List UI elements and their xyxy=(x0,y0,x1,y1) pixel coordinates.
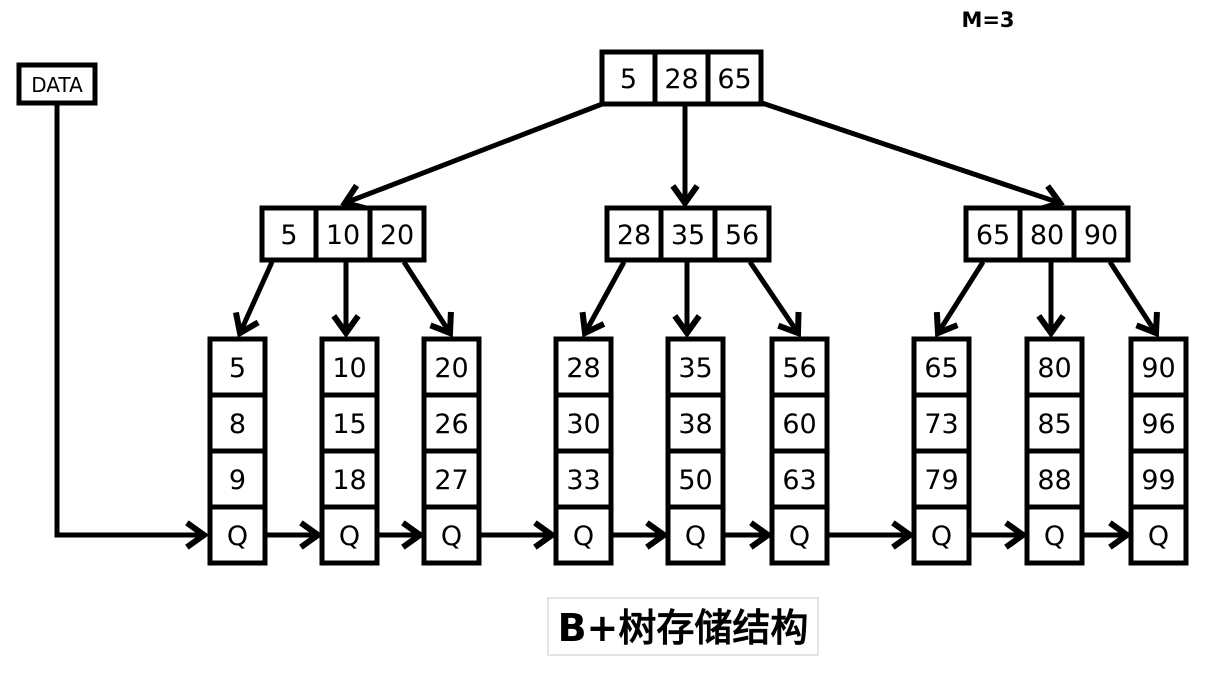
bplus-tree-diagram: 5 28 65 5 10 20 28 35 56 65 80 90 5 8 9 Q 10 15 18 Q 20 26 27 Q… xyxy=(0,0,1210,669)
root-node-key: 28 xyxy=(664,64,698,95)
data-entry-label: DATA xyxy=(31,73,83,97)
internal-node-3-key: 65 xyxy=(976,220,1010,251)
leaf-node-7-key: 65 xyxy=(924,353,958,384)
leaf-node-9-key: 90 xyxy=(1141,353,1175,384)
leaf-node-6-key: 56 xyxy=(782,353,816,384)
root-to-internal-3-arrow xyxy=(755,98,1061,206)
internal-node-2-key: 28 xyxy=(617,220,651,251)
internal-node-2-key: 35 xyxy=(671,220,705,251)
leaf-node-2-key: 10 xyxy=(332,353,366,384)
leaf-node-9-pointer: Q xyxy=(1148,521,1169,552)
diagram-canvas: 5 28 65 5 10 20 28 35 56 65 80 90 5 8 9 Q 10 15 18 Q 20 26 27 Q… xyxy=(16,8,1189,656)
leaf-node-7-pointer: Q xyxy=(931,521,952,552)
internal-2-to-leaf-1-arrow xyxy=(582,260,627,335)
leaf-node-5-key: 35 xyxy=(678,353,712,384)
leaf-node-9-key: 96 xyxy=(1141,409,1175,440)
leaf-node-3-key: 20 xyxy=(434,353,468,384)
internal-1-to-leaf-3-arrow xyxy=(401,260,453,335)
leaf-node-8-key: 80 xyxy=(1037,353,1071,384)
leaf-node-5-key: 50 xyxy=(678,465,712,496)
leaf-node-5-key: 38 xyxy=(678,409,712,440)
leaf-node-1-pointer: Q xyxy=(227,521,248,552)
leaf-node-1-key: 9 xyxy=(229,465,246,496)
leaf-node-3-key: 27 xyxy=(434,465,468,496)
internal-3-to-leaf-1-arrow xyxy=(935,260,986,335)
order-label: M=3 xyxy=(961,8,1014,32)
root-node-key: 5 xyxy=(620,64,637,95)
leaf-node-4-key: 28 xyxy=(566,353,600,384)
leaf-node-7-key: 73 xyxy=(924,409,958,440)
leaf-node-2-key: 15 xyxy=(332,409,366,440)
node-layer: 5 28 65 5 10 20 28 35 56 65 80 90 5 8 9 Q 10 15 18 Q 20 26 27 Q… xyxy=(207,49,1189,566)
internal-node-2-key: 56 xyxy=(725,220,759,251)
leaf-node-8-pointer: Q xyxy=(1044,521,1065,552)
internal-node-1-key: 10 xyxy=(326,220,360,251)
diagram-title: B+树存储结构 xyxy=(558,606,809,650)
leaf-node-6-pointer: Q xyxy=(789,521,810,552)
internal-node-1-key: 20 xyxy=(380,220,414,251)
leaf-node-2-pointer: Q xyxy=(339,521,360,552)
leaf-node-3-pointer: Q xyxy=(441,521,462,552)
leaf-node-9-key: 99 xyxy=(1141,465,1175,496)
leaf-node-8-key: 88 xyxy=(1037,465,1071,496)
leaf-node-3-key: 26 xyxy=(434,409,468,440)
leaf-node-5-pointer: Q xyxy=(685,521,706,552)
internal-node-3-key: 80 xyxy=(1030,220,1064,251)
root-to-internal-1-arrow xyxy=(344,98,611,206)
data-pointer-line xyxy=(54,103,202,538)
leaf-node-4-key: 33 xyxy=(566,465,600,496)
leaf-node-6-key: 60 xyxy=(782,409,816,440)
leaf-node-7-key: 79 xyxy=(924,465,958,496)
internal-3-to-leaf-3-arrow xyxy=(1107,260,1159,335)
leaf-node-6-key: 63 xyxy=(782,465,816,496)
leaf-node-8-key: 85 xyxy=(1037,409,1071,440)
leaf-node-2-key: 18 xyxy=(332,465,366,496)
leaf-node-4-key: 30 xyxy=(566,409,600,440)
leaf-node-1-key: 5 xyxy=(229,353,246,384)
internal-2-to-leaf-3-arrow xyxy=(747,260,801,335)
root-node-key: 65 xyxy=(717,64,751,95)
internal-node-1-key: 5 xyxy=(280,220,297,251)
leaf-node-1-key: 8 xyxy=(229,409,246,440)
internal-node-3-key: 90 xyxy=(1084,220,1118,251)
leaf-node-4-pointer: Q xyxy=(573,521,594,552)
